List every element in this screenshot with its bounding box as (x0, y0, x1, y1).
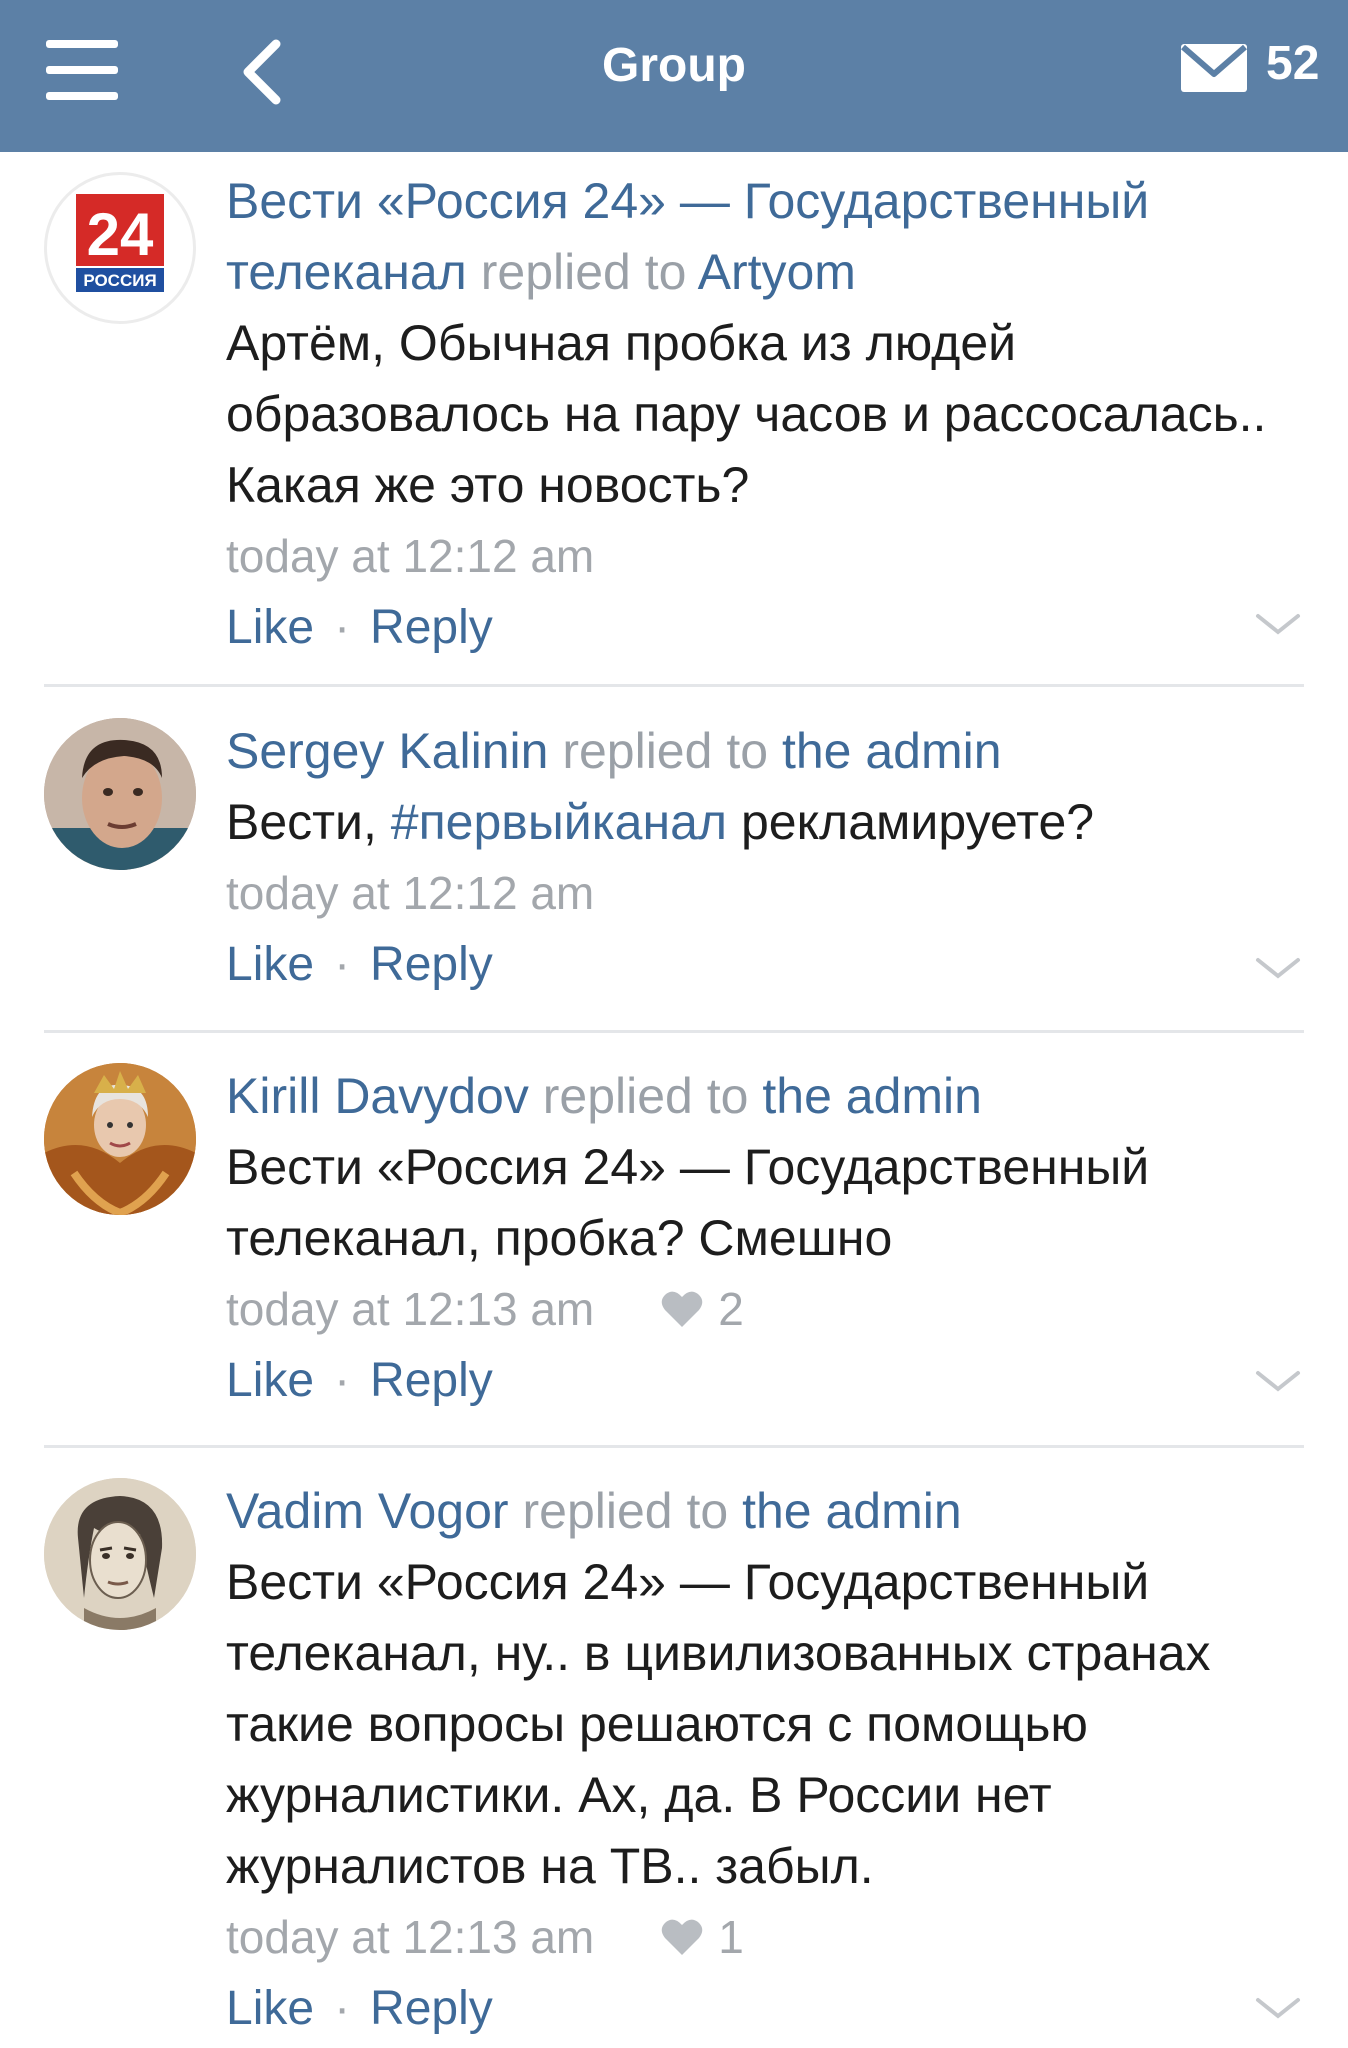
divider (44, 684, 1304, 687)
heart-icon (661, 1291, 703, 1327)
comment-text-line: журналистов на ТВ.. забыл. (226, 1838, 874, 1894)
author-name[interactable]: Kirill Davydov (226, 1068, 529, 1124)
comment-text: рекламируете? (727, 794, 1095, 850)
top-bar: Group 52 (0, 0, 1348, 152)
likes-count: 1 (718, 1911, 744, 1963)
reply-button[interactable]: Reply (370, 938, 493, 991)
author-name[interactable]: Sergey Kalinin (226, 723, 548, 779)
chevron-down-icon[interactable] (1254, 610, 1302, 638)
chevron-down-icon[interactable] (1254, 1994, 1302, 2022)
comment-text-line: Вести «Россия 24» — Государственный (226, 1139, 1150, 1195)
timestamp: today at 12:12 am (226, 530, 595, 582)
author-name-cont[interactable]: телеканал (226, 244, 467, 300)
hashtag-link[interactable]: #первыйканал (391, 794, 727, 850)
avatar-sergey-kalinin[interactable] (44, 718, 196, 870)
separator-dot: · (334, 938, 351, 991)
comment-text-line: телеканал, пробка? Смешно (226, 1210, 893, 1266)
comment-text-line: образовалось на пару часов и рассосалась… (226, 386, 1267, 442)
replied-to-label: replied to (542, 1068, 749, 1124)
reply-button[interactable]: Reply (370, 1354, 493, 1407)
divider (44, 1030, 1304, 1033)
reply-button[interactable]: Reply (370, 601, 493, 654)
like-button[interactable]: Like (226, 938, 314, 991)
likes-indicator: 2 (660, 1274, 744, 1345)
user-photo-icon (44, 718, 196, 870)
comment-text-line: журналистики. Ах, да. В России нет (226, 1767, 1052, 1823)
mail-icon[interactable] (1178, 38, 1250, 98)
comment-text-line: Вести «Россия 24» — Государственный (226, 1554, 1150, 1610)
timestamp: today at 12:12 am (226, 867, 595, 919)
reply-target-link[interactable]: Artyom (698, 244, 856, 300)
avatar-rossiya24[interactable]: 24 РОССИЯ (44, 172, 196, 324)
reply-target-link[interactable]: the admin (762, 1068, 982, 1124)
heart-icon (661, 1919, 703, 1955)
comment-text: Вести, (226, 794, 391, 850)
like-button[interactable]: Like (226, 601, 314, 654)
author-name[interactable]: Вести «Россия 24» — Государственный (226, 173, 1149, 229)
like-button[interactable]: Like (226, 1982, 314, 2035)
comment-text-line: Какая же это новость? (226, 457, 750, 513)
replied-to-label: replied to (562, 723, 769, 779)
replied-to-label: replied to (480, 244, 687, 300)
unread-count-badge[interactable]: 52 (1266, 34, 1319, 94)
page-title: Group (602, 39, 746, 92)
replied-to-label: replied to (522, 1483, 729, 1539)
svg-text:РОССИЯ: РОССИЯ (83, 271, 156, 290)
separator-dot: · (334, 601, 351, 654)
separator-dot: · (334, 1354, 351, 1407)
likes-indicator: 1 (660, 1902, 744, 1973)
avatar-kirill-davydov[interactable] (44, 1063, 196, 1215)
comment-text-line: Артём, Обычная пробка из людей (226, 315, 1017, 371)
likes-count: 2 (718, 1283, 744, 1335)
timestamp: today at 12:13 am (226, 1911, 595, 1963)
like-button[interactable]: Like (226, 1354, 314, 1407)
user-photo-icon (44, 1478, 196, 1630)
reply-button[interactable]: Reply (370, 1982, 493, 2035)
separator-dot: · (334, 1982, 351, 2035)
comment-text-line: такие вопросы решаются с помощью (226, 1696, 1088, 1752)
divider (44, 1445, 1304, 1448)
user-photo-icon (44, 1063, 196, 1215)
chevron-down-icon[interactable] (1254, 954, 1302, 982)
comment-text-line: телеканал, ну.. в цивилизованных странах (226, 1625, 1211, 1681)
reply-target-link[interactable]: the admin (742, 1483, 962, 1539)
chevron-down-icon[interactable] (1254, 1367, 1302, 1395)
avatar-vadim-vogor[interactable] (44, 1478, 196, 1630)
rossiya24-logo-icon: 24 РОССИЯ (76, 194, 164, 292)
author-name[interactable]: Vadim Vogor (226, 1483, 509, 1539)
svg-text:24: 24 (87, 201, 154, 268)
timestamp: today at 12:13 am (226, 1283, 595, 1335)
reply-target-link[interactable]: the admin (782, 723, 1002, 779)
